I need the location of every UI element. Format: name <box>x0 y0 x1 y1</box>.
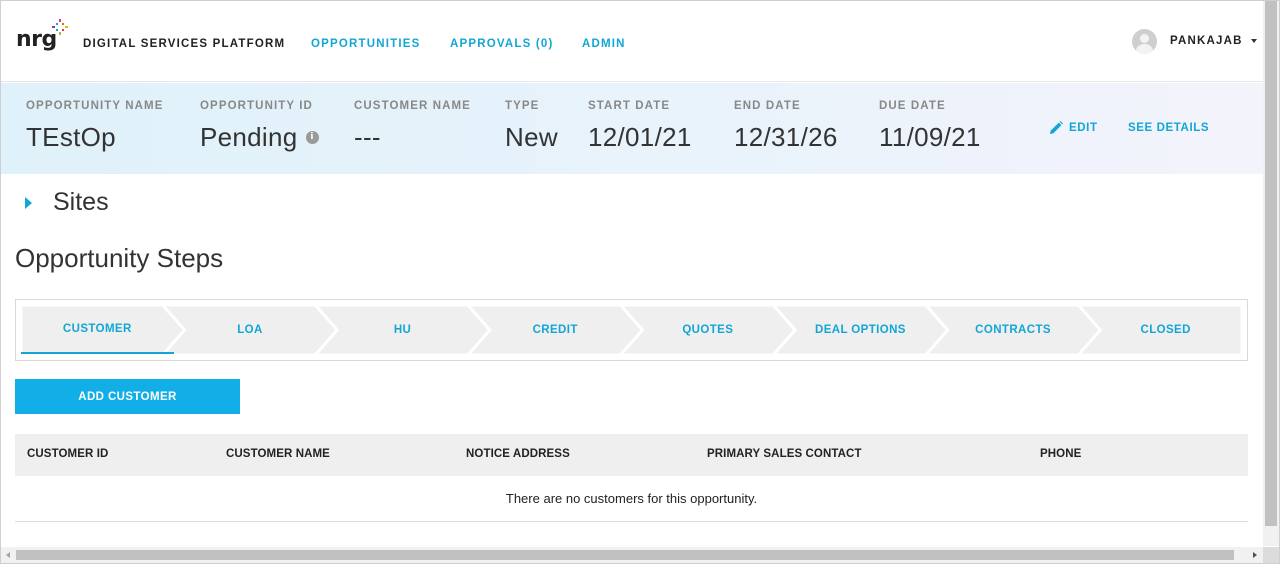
step-hu[interactable]: HU <box>326 305 479 355</box>
scroll-left-arrow-icon[interactable] <box>6 552 10 558</box>
col-primary-sales-contact[interactable]: PRIMARY SALES CONTACT <box>707 448 862 460</box>
horizontal-scrollbar[interactable] <box>1 547 1263 563</box>
opportunity-name-label: OPPORTUNITY NAME <box>26 100 164 112</box>
nrg-logo[interactable]: nrg <box>16 19 72 59</box>
steps-title: Opportunity Steps <box>15 243 224 273</box>
start-date-label: START DATE <box>588 100 671 112</box>
logo-star-icon <box>52 19 68 35</box>
opportunity-id-row: Pending i <box>200 122 319 153</box>
step-closed[interactable]: CLOSED <box>1089 305 1242 355</box>
end-date-field: END DATE 12/31/26 <box>734 100 838 153</box>
active-step-indicator <box>21 352 174 354</box>
username: PANKAJAB <box>1170 35 1243 47</box>
due-date-label: DUE DATE <box>879 100 946 112</box>
edit-button[interactable]: EDIT <box>1049 121 1098 135</box>
nav-approvals[interactable]: APPROVALS (0) <box>450 38 554 50</box>
due-date-field: DUE DATE 11/09/21 <box>879 100 981 153</box>
customer-name-value: --- <box>354 122 381 152</box>
opportunity-id-label: OPPORTUNITY ID <box>200 100 313 112</box>
top-header: nrg DIGITAL SERVICES PLATFORM OPPORTUNIT… <box>1 1 1263 82</box>
nav-opportunities[interactable]: OPPORTUNITIES <box>311 38 421 50</box>
caret-right-icon <box>25 196 32 209</box>
scrollbar-corner <box>1263 547 1279 563</box>
steps-bar: CUSTOMER LOA HU CREDIT QUOTES DEAL OPTIONS CON… <box>15 299 1248 361</box>
empty-message: There are no customers for this opportun… <box>505 491 758 506</box>
opportunity-summary: OPPORTUNITY NAME TEstOp OPPORTUNITY ID P… <box>1 83 1263 174</box>
opportunity-name-value: TEstOp <box>26 122 116 152</box>
vertical-scroll-thumb[interactable] <box>1265 1 1277 526</box>
start-date-value: 12/01/21 <box>588 122 692 152</box>
sites-label: Sites <box>53 188 109 216</box>
opportunity-id-value: Pending <box>200 122 298 152</box>
col-phone[interactable]: PHONE <box>1040 448 1081 460</box>
step-deal-options[interactable]: DEAL OPTIONS <box>784 305 937 355</box>
user-menu[interactable]: PANKAJAB <box>1132 28 1257 54</box>
step-customer[interactable]: CUSTOMER <box>21 304 174 354</box>
sites-toggle[interactable]: Sites <box>25 188 109 217</box>
pencil-icon <box>1050 121 1063 134</box>
logo-text: nrg <box>16 27 57 52</box>
start-date-field: START DATE 12/01/21 <box>588 100 692 153</box>
col-customer-name[interactable]: CUSTOMER NAME <box>226 448 330 460</box>
edit-label: EDIT <box>1069 122 1098 134</box>
end-date-value: 12/31/26 <box>734 122 838 152</box>
add-customer-button[interactable]: ADD CUSTOMER <box>15 379 240 414</box>
vertical-scrollbar[interactable] <box>1263 1 1279 546</box>
type-value: New <box>505 122 558 152</box>
col-notice-address[interactable]: NOTICE ADDRESS <box>466 448 570 460</box>
nav-admin[interactable]: ADMIN <box>582 38 626 50</box>
opportunity-id-field: OPPORTUNITY ID Pending i <box>200 100 319 153</box>
step-contracts[interactable]: CONTRACTS <box>937 305 1090 355</box>
due-date-value: 11/09/21 <box>879 122 981 152</box>
end-date-label: END DATE <box>734 100 801 112</box>
col-customer-id[interactable]: CUSTOMER ID <box>27 448 108 460</box>
horizontal-scroll-thumb[interactable] <box>16 550 1234 560</box>
step-loa[interactable]: LOA <box>174 305 327 355</box>
customers-table-header: CUSTOMER ID CUSTOMER NAME NOTICE ADDRESS… <box>15 434 1248 476</box>
user-avatar-icon <box>1132 28 1157 54</box>
info-icon[interactable]: i <box>305 130 319 144</box>
table-empty-row: There are no customers for this opportun… <box>15 476 1248 522</box>
step-quotes[interactable]: QUOTES <box>632 305 785 355</box>
platform-name: DIGITAL SERVICES PLATFORM <box>83 38 286 50</box>
caret-down-icon <box>1250 39 1257 43</box>
type-label: TYPE <box>505 100 540 112</box>
opportunity-name-field: OPPORTUNITY NAME TEstOp <box>26 100 164 153</box>
customer-name-label: CUSTOMER NAME <box>354 100 471 112</box>
customer-name-field: CUSTOMER NAME --- <box>354 100 471 153</box>
step-credit[interactable]: CREDIT <box>479 305 632 355</box>
scroll-right-arrow-icon[interactable] <box>1253 552 1257 558</box>
type-field: TYPE New <box>505 100 558 153</box>
steps-inner: CUSTOMER LOA HU CREDIT QUOTES DEAL OPTIONS CON… <box>21 305 1242 355</box>
see-details-link[interactable]: SEE DETAILS <box>1128 122 1209 134</box>
